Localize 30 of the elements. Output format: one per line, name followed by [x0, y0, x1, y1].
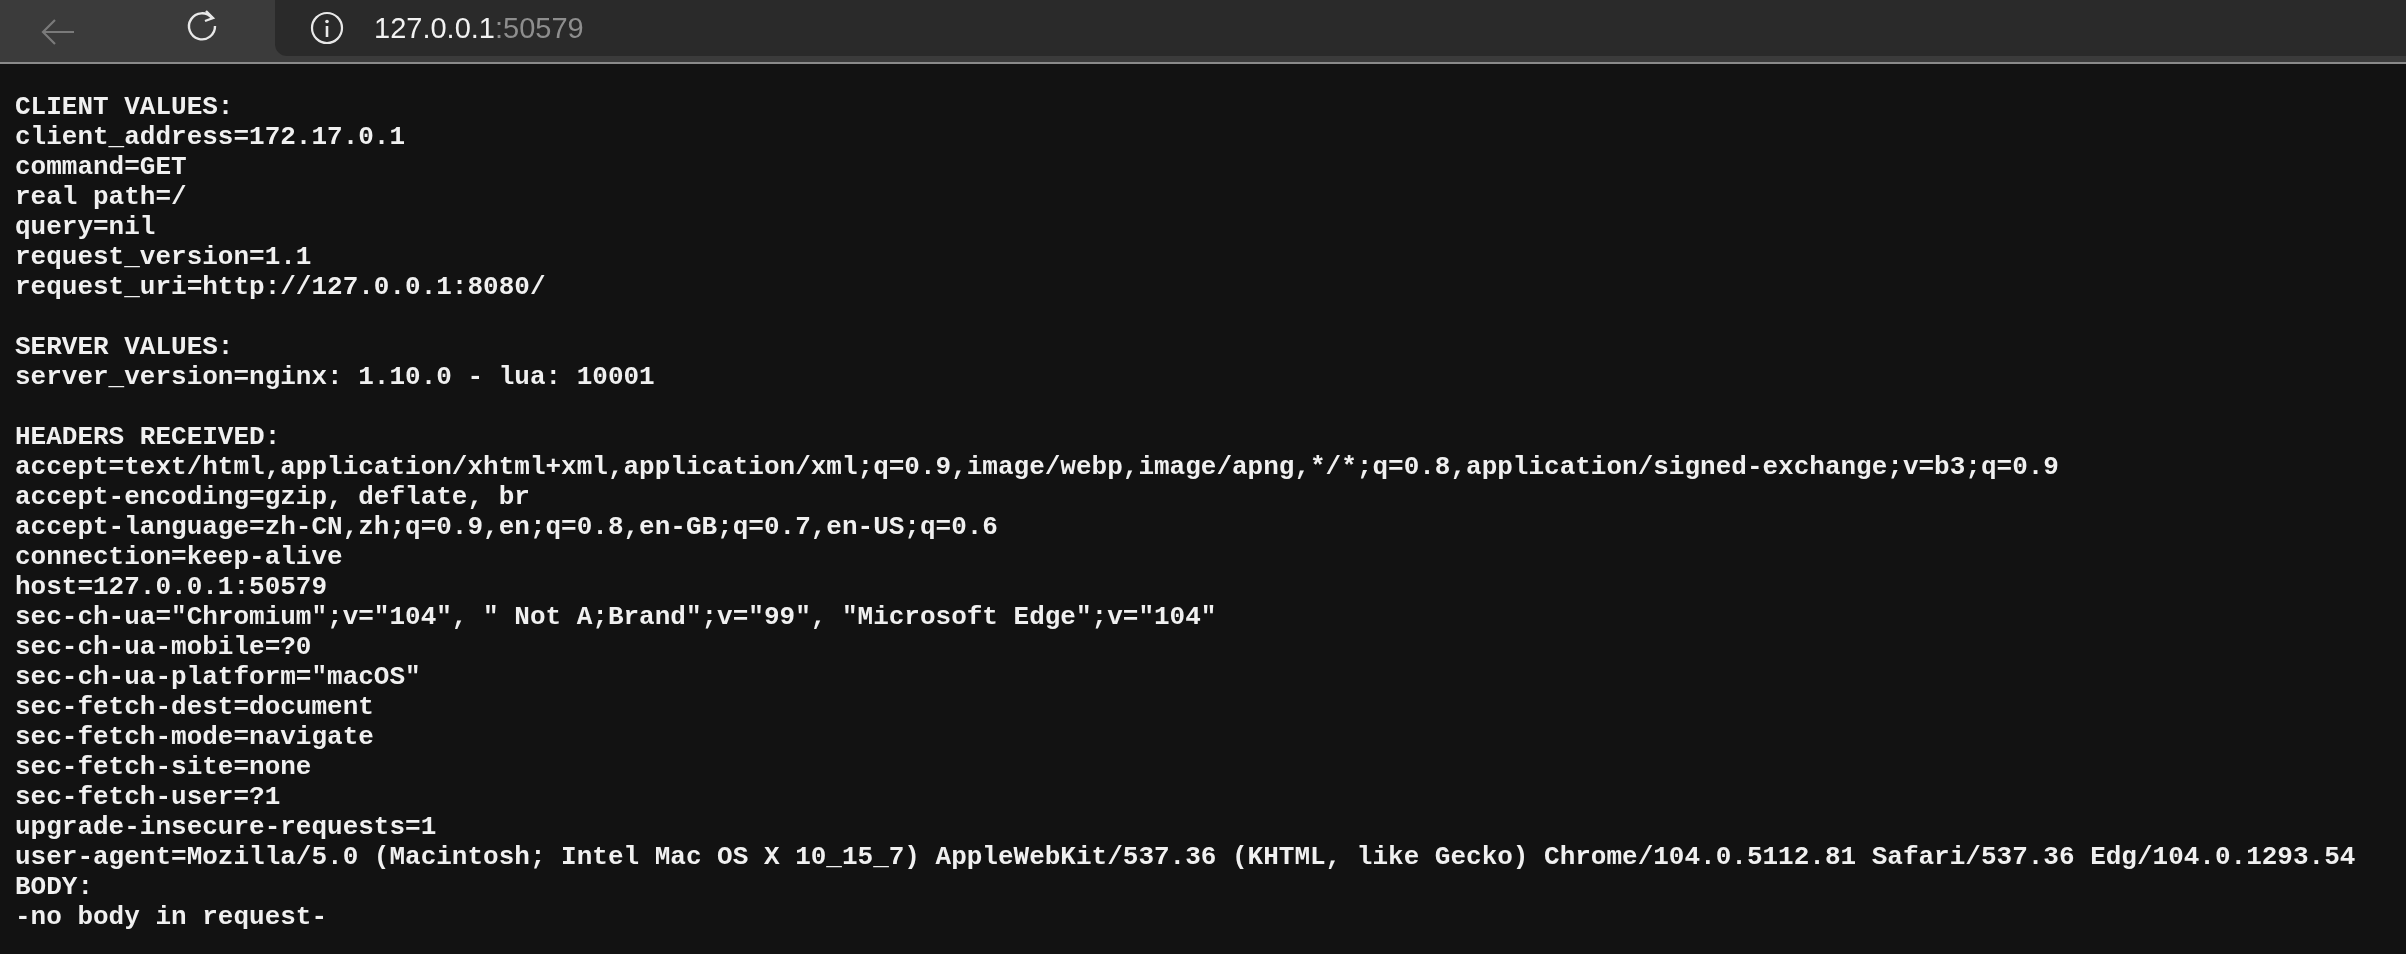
- text-line: sec-fetch-mode=navigate: [15, 722, 374, 752]
- text-line: upgrade-insecure-requests=1: [15, 812, 437, 842]
- text-line: request_uri=http://127.0.0.1:8080/: [15, 272, 546, 302]
- info-icon[interactable]: [310, 11, 344, 45]
- text-line: sec-fetch-user=?1: [15, 782, 281, 812]
- text-line: sec-fetch-site=none: [15, 752, 312, 782]
- text-line: sec-ch-ua-platform="macOS": [15, 662, 421, 692]
- section-heading: HEADERS RECEIVED:: [15, 422, 281, 452]
- text-line: connection=keep-alive: [15, 542, 343, 572]
- text-line: real path=/: [15, 182, 187, 212]
- text-line: request_version=1.1: [15, 242, 312, 272]
- section-heading: BODY:: [15, 872, 93, 902]
- text-line: host=127.0.0.1:50579: [15, 572, 328, 602]
- text-line: query=nil: [15, 212, 156, 242]
- text-line: sec-ch-ua-mobile=?0: [15, 632, 312, 662]
- text-line: client_address=172.17.0.1: [15, 122, 406, 152]
- section-heading: CLIENT VALUES:: [15, 92, 234, 122]
- text-line: -no body in request-: [15, 902, 328, 932]
- text-line: accept-language=zh-CN,zh;q=0.9,en;q=0.8,en-GB;q=0.7,en-US;q=0.6: [15, 512, 998, 542]
- text-line: sec-fetch-dest=document: [15, 692, 374, 722]
- text-line: user-agent=Mozilla/5.0 (Macintosh; Intel Mac OS X 10_15_7) AppleWebKit/537.36 (KHTML, like Gecko) Chrome/104.0.5112.81 Safari/537.36 Edg/104.0.1293.54: [15, 842, 2356, 872]
- url-text: 127.0.0.1:50579: [374, 11, 584, 45]
- text-line: sec-ch-ua="Chromium";v="104", " Not A;Brand";v="99", "Microsoft Edge";v="104": [15, 602, 1217, 632]
- text-line: server_version=nginx: 1.10.0 - lua: 10001: [15, 362, 655, 392]
- text-line: accept-encoding=gzip, deflate, br: [15, 482, 530, 512]
- back-arrow-icon[interactable]: [40, 17, 76, 47]
- text-line: command=GET: [15, 152, 187, 182]
- text-line: accept=text/html,application/xhtml+xml,application/xml;q=0.9,image/webp,image/apng,*/*;q=0.8,application/signed-exchange;v=b3;q=0.9: [15, 452, 2059, 482]
- section-heading: SERVER VALUES:: [15, 332, 234, 362]
- address-bar[interactable]: 127.0.0.1:50579: [275, 0, 2406, 56]
